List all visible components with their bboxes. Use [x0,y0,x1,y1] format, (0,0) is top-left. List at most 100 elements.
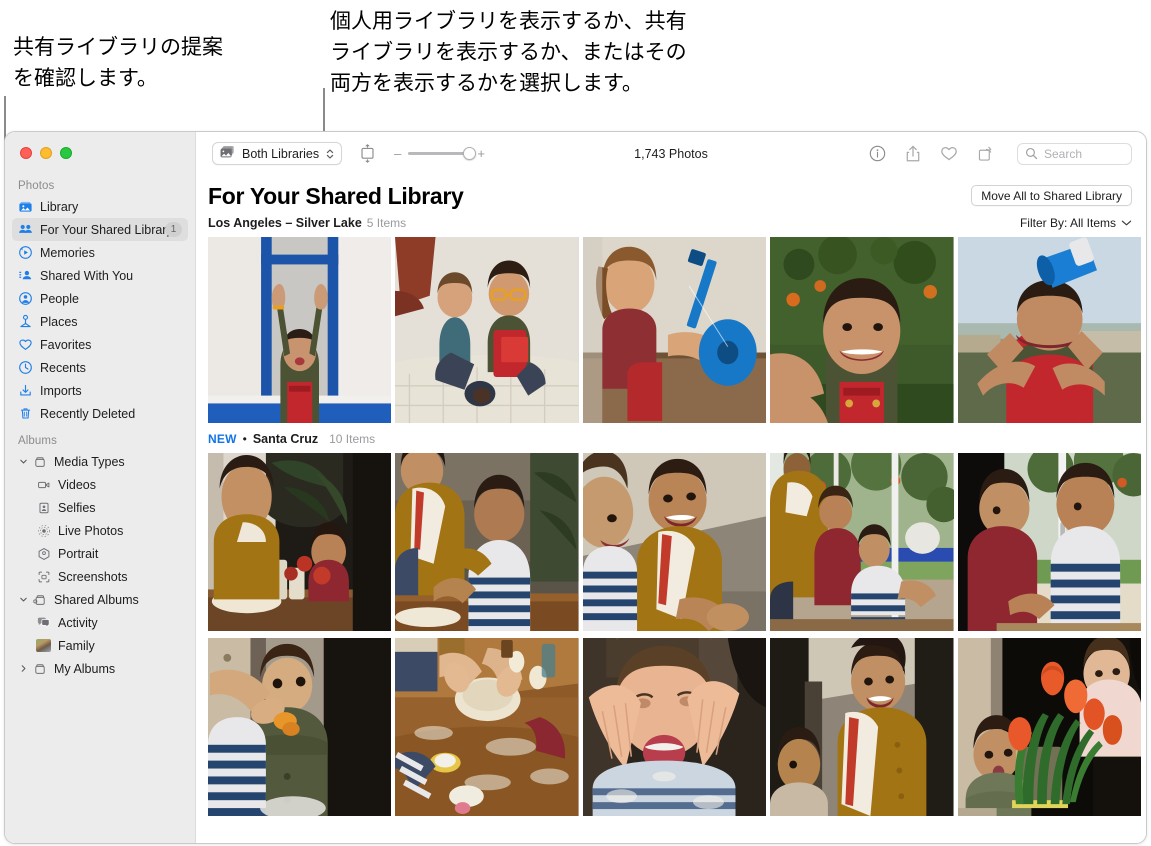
section-item-count: 5 Items [366,216,407,230]
sidebar-item-label: Screenshots [58,569,128,584]
photo-two-boys-bed[interactable] [395,237,579,423]
main-pane: Both Libraries – + 1,743 Photos Search F… [196,132,1146,843]
sidebar-item-shared-with-you[interactable]: Shared With You [12,264,188,287]
folder-icon [32,661,47,676]
photos-app-window: Photos Library For Your Shared Library 1… [4,131,1147,844]
sidebar-item-memories[interactable]: Memories [12,241,188,264]
title-row: For Your Shared Library Move All to Shar… [196,175,1146,210]
photo-girl-guitar[interactable] [582,237,767,423]
sidebar-item-for-your-shared-library[interactable]: For Your Shared Library 1 [12,218,188,241]
sidebar-section-photos-title: Photos [18,180,55,192]
search-icon [1025,147,1038,160]
sidebar-item-places[interactable]: Places [12,310,188,333]
photo-kid-window-blue[interactable] [208,237,392,423]
sidebar-item-label: For Your Shared Library [40,222,173,237]
import-icon [18,383,33,398]
sidebar-item-videos[interactable]: Videos [12,473,188,496]
sidebar-item-shared-albums[interactable]: Shared Albums [12,588,188,611]
clock-icon [18,360,33,375]
sidebar-item-label: Recently Deleted [40,406,136,421]
live-photo-icon [36,523,51,538]
sidebar-item-label: Favorites [40,337,92,352]
photo-tulips-baby[interactable] [957,638,1141,816]
trash-icon [18,406,33,421]
photo-two-boys-window[interactable] [957,453,1141,631]
photo-mother-smiling[interactable] [582,453,767,631]
sidebar-item-family[interactable]: Family [12,634,188,657]
search-field[interactable]: Search [1017,142,1132,165]
chevron-up-down-icon[interactable] [325,147,335,161]
new-badge: NEW [208,432,237,446]
selfie-icon [36,500,51,515]
sidebar-item-activity[interactable]: Activity [12,611,188,634]
sidebar-item-label: Imports [40,383,82,398]
sidebar-item-label: Memories [40,245,95,260]
portrait-icon [36,546,51,561]
sidebar-item-label: Library [40,199,79,214]
search-input[interactable]: Search [1044,147,1082,161]
close-window-button[interactable] [20,147,32,159]
sidebar-item-screenshots[interactable]: Screenshots [12,565,188,588]
chevron-down-icon[interactable] [1121,219,1132,227]
photo-boy-outdoors[interactable] [770,237,954,423]
minimize-window-button[interactable] [40,147,52,159]
sidebar-item-label: Places [40,314,78,329]
sidebar-item-recently-deleted[interactable]: Recently Deleted [12,402,188,425]
chevron-right-icon[interactable] [18,664,28,674]
sidebar-item-label: Live Photos [58,523,124,538]
zoom-slider[interactable]: – + [394,147,485,160]
heart-icon[interactable] [940,145,958,162]
sidebar-section-albums-title: Albums [18,435,57,447]
sidebar-item-imports[interactable]: Imports [12,379,188,402]
sidebar-item-favorites[interactable]: Favorites [12,333,188,356]
people-icon [18,291,33,306]
sidebar-item-recents[interactable]: Recents [12,356,188,379]
toolbar-right-group: Search [869,142,1132,165]
photo-dough-flour-table[interactable] [395,638,579,816]
photo-kitchen-plants[interactable] [208,453,392,631]
sidebar-item-people[interactable]: People [12,287,188,310]
library-selector-popup[interactable]: Both Libraries [212,142,343,165]
callout-right-text: 個人用ライブラリを表示するか、共有 ライブラリを表示するか、またはその 両方を表… [330,9,687,95]
photo-boy-megaphone[interactable] [957,237,1141,423]
rotate-icon[interactable] [977,145,994,163]
sidebar-item-label: Media Types [54,454,125,469]
photo-grid-row-3 [196,638,1146,816]
sidebar-item-live-photos[interactable]: Live Photos [12,519,188,542]
separator-dot: • [242,432,247,446]
places-icon [18,314,33,329]
share-icon[interactable] [905,145,921,163]
photo-mother-towel[interactable] [770,638,954,816]
sidebar-item-media-types[interactable]: Media Types [12,450,188,473]
folder-icon [32,454,47,469]
filter-by-dropdown[interactable]: Filter By: All Items [1020,216,1132,230]
memories-icon [18,245,33,260]
section-header-santa-cruz: NEW • Santa Cruz 10 Items [196,423,1146,446]
photo-family-window[interactable] [770,453,954,631]
photo-boy-floury-face[interactable] [582,638,767,816]
chevron-down-icon[interactable] [18,457,28,467]
chevron-down-icon[interactable] [18,595,28,605]
sidebar-item-my-albums[interactable]: My Albums [12,657,188,680]
info-icon[interactable] [869,145,886,162]
family-album-thumbnail [36,639,51,652]
move-all-to-shared-library-button[interactable]: Move All to Shared Library [971,185,1132,206]
section-location-label: Santa Cruz [252,432,319,446]
library-selector-label: Both Libraries [242,146,320,161]
photo-boy-eating[interactable] [208,638,392,816]
zoom-slider-track[interactable] [408,147,477,160]
photo-mother-child-baking[interactable] [395,453,579,631]
sidebar-item-portrait[interactable]: Portrait [12,542,188,565]
aspect-ratio-icon[interactable] [359,144,376,163]
screenshot-icon [36,569,51,584]
sidebar-item-label: Shared Albums [54,592,139,607]
zoom-slider-knob[interactable] [463,147,477,160]
sidebar-item-library[interactable]: Library [12,195,188,218]
zoom-in-label[interactable]: + [477,147,485,160]
photo-grid-row-2 [196,453,1146,631]
zoom-window-button[interactable] [60,147,72,159]
shared-library-icon [18,222,33,237]
zoom-out-label[interactable]: – [394,147,401,160]
sidebar-item-selfies[interactable]: Selfies [12,496,188,519]
shared-folder-icon [32,592,47,607]
